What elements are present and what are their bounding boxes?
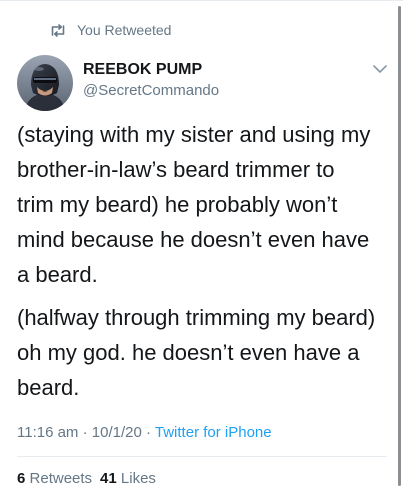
tweet-meta: 11:16 am · 10/1/20 · Twitter for iPhone [17,424,272,442]
user-info[interactable]: REEBOK PUMP @SecretCommando [83,60,219,100]
meta-separator: · [78,424,92,441]
tweet-time: 11:16 am [17,424,79,441]
likes-label: Likes [120,470,156,487]
retweet-context: You Retweeted [49,21,171,39]
tweet-source-link[interactable]: Twitter for iPhone [155,424,272,441]
retweets-count: 6 [17,470,26,487]
top-border [0,0,403,1]
tweet-text-paragraph-1: (staying with my sister and using my bro… [17,122,371,287]
tweet-date: 10/1/20 [91,424,142,441]
likes-stat[interactable]: 41 Likes [100,470,156,487]
user-handle[interactable]: @SecretCommando [83,81,219,100]
retweets-label: Retweets [29,470,93,487]
avatar[interactable] [17,55,73,111]
display-name[interactable]: REEBOK PUMP [83,60,219,79]
retweet-icon [49,23,67,37]
likes-count: 41 [100,470,117,487]
retweet-label: You Retweeted [77,22,172,38]
chevron-down-icon[interactable] [372,62,388,76]
divider [17,456,387,457]
retweets-stat[interactable]: 6 Retweets [17,470,92,487]
tweet-text-paragraph-2: (halfway through trimming my beard) oh m… [17,305,376,400]
meta-separator: · [141,424,155,441]
scrollbar[interactable] [398,6,401,486]
tweet-stats: 6 Retweets 41 Likes [17,470,156,488]
